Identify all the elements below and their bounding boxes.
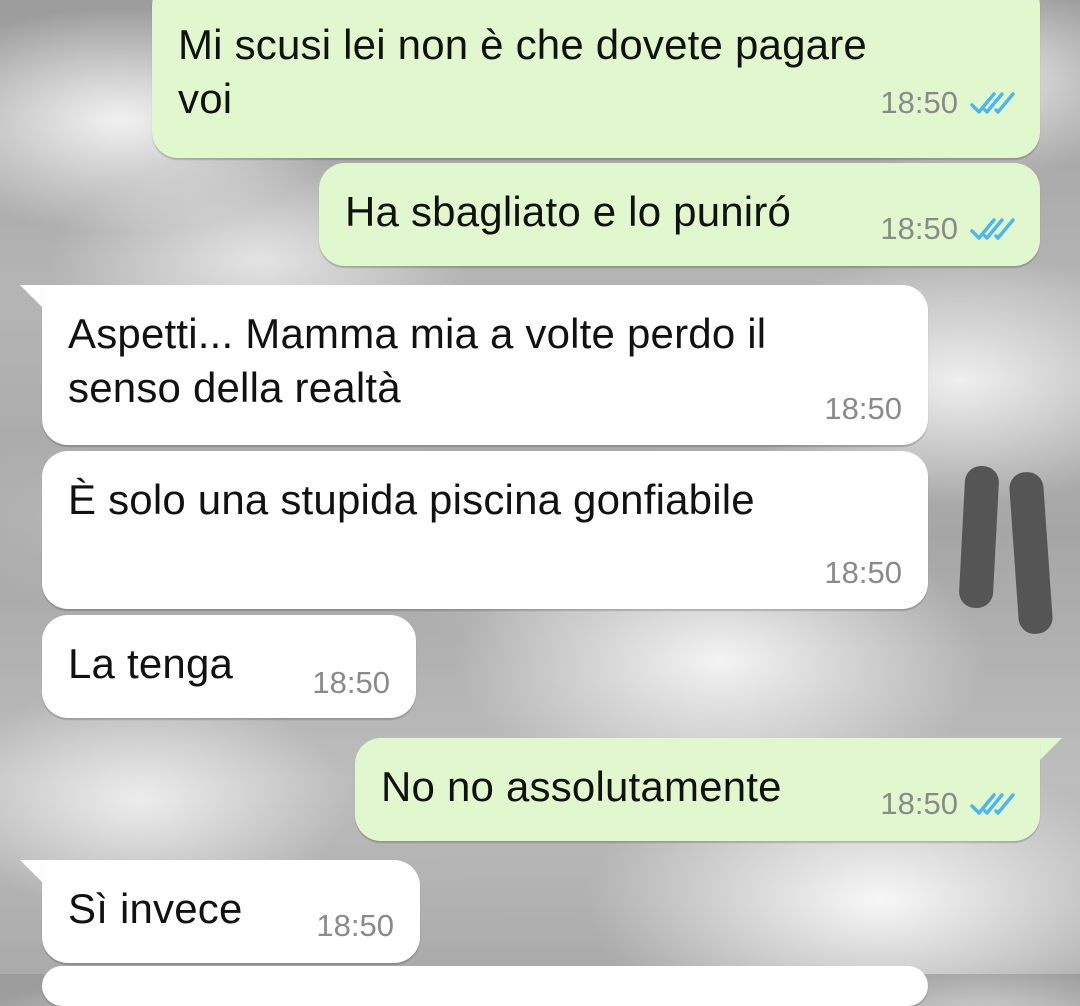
double-check-read-icon (970, 218, 1015, 240)
message-outgoing[interactable]: Mi scusi lei non è che dovete pagare voi… (152, 0, 1040, 158)
message-meta: 18:50 (312, 665, 390, 701)
message-meta: 18:50 (880, 786, 1016, 822)
message-text: È solo una stupida piscina gonfiabile (68, 476, 755, 523)
double-check-read-icon (970, 92, 1015, 114)
message-time: 18:50 (824, 391, 902, 426)
message-incoming[interactable]: La tenga 18:50 (42, 615, 416, 718)
message-text: Ha sbagliato e lo puniró (345, 188, 792, 235)
message-outgoing[interactable]: No no assolutamente 18:50 (355, 738, 1040, 841)
message-time: 18:50 (824, 555, 902, 590)
message-time: 18:50 (880, 85, 958, 120)
message-meta: 18:50 (824, 391, 902, 427)
message-time: 18:50 (316, 908, 394, 943)
message-outgoing[interactable]: Ha sbagliato e lo puniró 18:50 (319, 163, 1040, 266)
message-text: Aspetti... Mamma mia a volte perdo il se… (68, 310, 767, 411)
double-check-read-icon (970, 793, 1015, 815)
message-text: No no assolutamente (381, 763, 782, 810)
message-incoming-partial[interactable] (42, 966, 928, 1006)
redaction-mark (1008, 471, 1054, 635)
message-incoming[interactable]: Aspetti... Mamma mia a volte perdo il se… (42, 285, 928, 445)
redaction-mark (958, 465, 1000, 609)
message-time: 18:50 (880, 211, 958, 246)
message-text: Mi scusi lei non è che dovete pagare voi (178, 21, 867, 122)
message-time: 18:50 (880, 786, 958, 821)
message-text: La tenga (68, 640, 234, 687)
message-meta: 18:50 (880, 211, 1016, 247)
message-time: 18:50 (312, 665, 390, 700)
chat-conversation: Mi scusi lei non è che dovete pagare voi… (0, 0, 1080, 1006)
message-text: Sì invece (68, 885, 243, 932)
message-meta: 18:50 (824, 555, 902, 591)
message-meta: 18:50 (880, 85, 1016, 121)
message-incoming[interactable]: È solo una stupida piscina gonfiabile 18… (42, 451, 928, 609)
message-meta: 18:50 (316, 908, 394, 944)
message-incoming[interactable]: Sì invece 18:50 (42, 860, 420, 963)
